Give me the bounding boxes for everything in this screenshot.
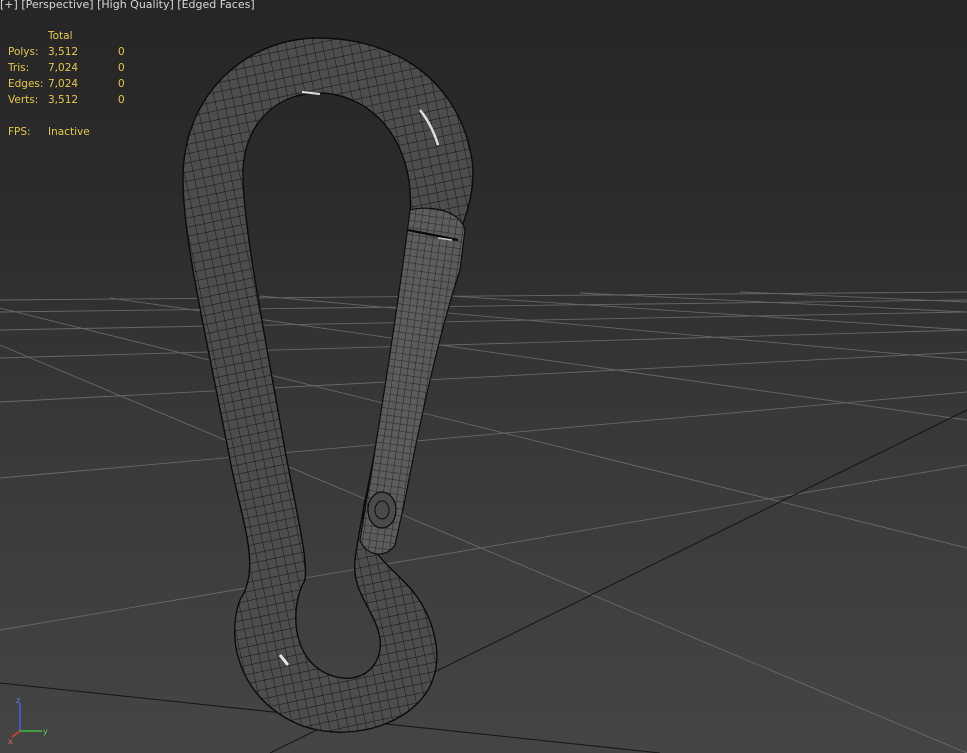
stats-row-tris: Tris: 7,024 0: [8, 60, 148, 76]
stats-label: Edges:: [8, 78, 44, 90]
stats-label: Polys:: [8, 46, 39, 58]
stats-label: Tris:: [8, 62, 30, 74]
viewport-general-menu[interactable]: [+]: [0, 0, 18, 11]
stats-selected: 0: [118, 46, 125, 58]
stats-selected: 0: [118, 62, 125, 74]
fps-value: Inactive: [48, 126, 90, 138]
stats-label: Verts:: [8, 94, 39, 106]
stats-total: 7,024: [48, 62, 79, 74]
axis-x-line: [11, 730, 21, 738]
stats-selected: 0: [118, 94, 125, 106]
viewport-quality-menu[interactable]: [High Quality]: [97, 0, 174, 11]
axis-y-label: y: [43, 727, 48, 736]
viewport-perspective[interactable]: [+] [Perspective] [High Quality] [Edged …: [0, 0, 967, 753]
gate-pin: [367, 491, 397, 529]
stats-header-row: Total: [8, 28, 148, 44]
stats-total: 7,024: [48, 78, 79, 90]
stats-total: 3,512: [48, 46, 79, 58]
fps-label: FPS:: [8, 126, 31, 138]
stats-row-fps: FPS: Inactive: [8, 124, 148, 140]
stats-spacer: [8, 108, 148, 124]
stats-total: 3,512: [48, 94, 79, 106]
viewport-label-menu: [+] [Perspective] [High Quality] [Edged …: [0, 0, 255, 11]
stats-row-edges: Edges: 7,024 0: [8, 76, 148, 92]
axis-tripod-icon: z y x: [8, 696, 48, 745]
axis-x-label: x: [8, 737, 13, 745]
viewport-shading-menu[interactable]: [Edged Faces]: [177, 0, 254, 11]
viewport-statistics: Total Polys: 3,512 0 Tris: 7,024 0 Edges…: [8, 28, 148, 140]
viewport-point-of-view-menu[interactable]: [Perspective]: [21, 0, 93, 11]
stats-total-header: Total: [48, 30, 73, 42]
axis-z-label: z: [16, 696, 20, 705]
stats-selected: 0: [118, 78, 125, 90]
stats-row-polys: Polys: 3,512 0: [8, 44, 148, 60]
stats-row-verts: Verts: 3,512 0: [8, 92, 148, 108]
ground-grid: [0, 291, 967, 753]
